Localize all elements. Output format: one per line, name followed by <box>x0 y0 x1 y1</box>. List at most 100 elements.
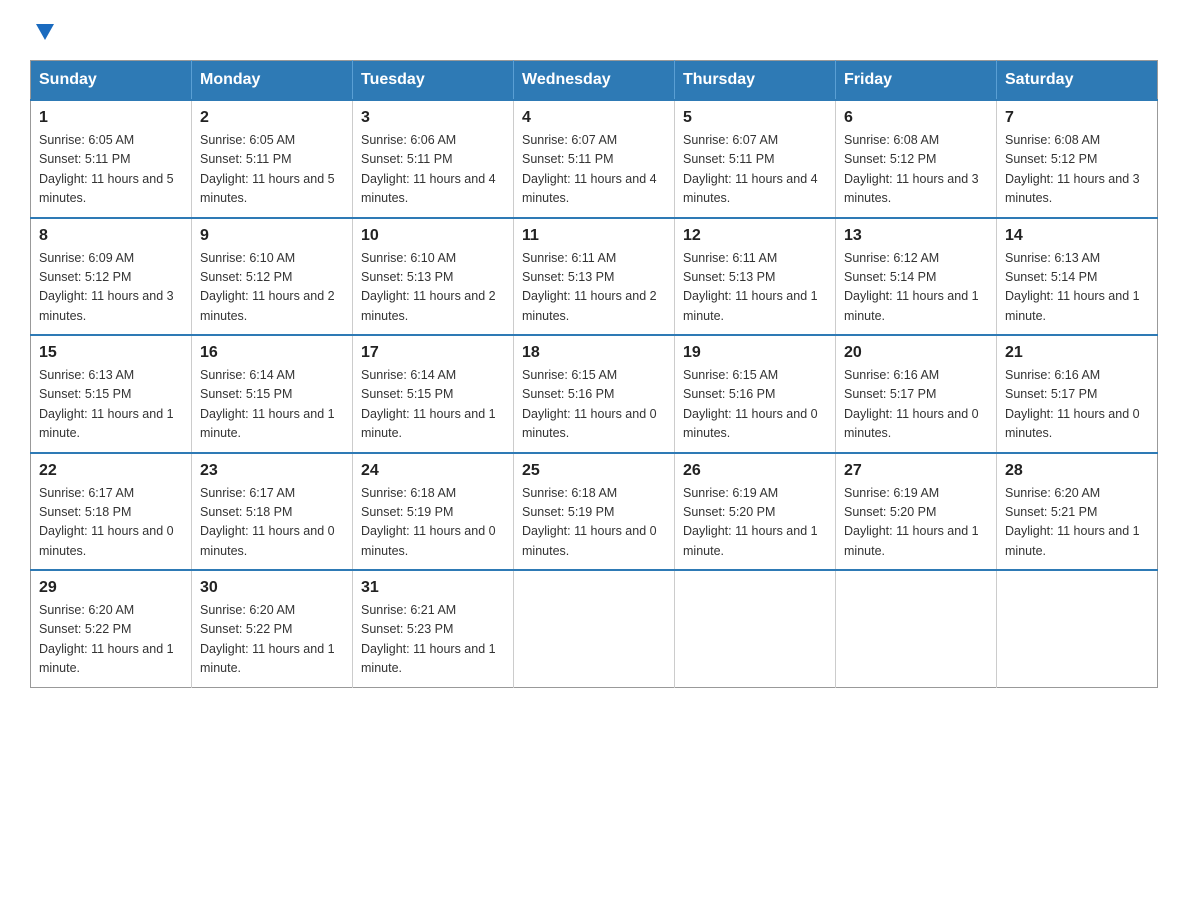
calendar-cell: 25 Sunrise: 6:18 AMSunset: 5:19 PMDayligh… <box>514 453 675 571</box>
calendar-cell: 31 Sunrise: 6:21 AMSunset: 5:23 PMDayligh… <box>353 570 514 687</box>
calendar-cell: 11Sunrise: 6:11 AMSunset: 5:13 PMDayligh… <box>514 218 675 336</box>
calendar-header: SundayMondayTuesdayWednesdayThursdayFrid… <box>31 61 1158 101</box>
day-number: 15 <box>39 344 183 362</box>
calendar-week-row: 22 Sunrise: 6:17 AMSunset: 5:18 PMDayligh… <box>31 453 1158 571</box>
calendar-body: 1 Sunrise: 6:05 AMSunset: 5:11 PMDaylight… <box>31 100 1158 687</box>
day-number: 23 <box>200 462 344 480</box>
calendar-cell <box>997 570 1158 687</box>
day-number: 10 <box>361 227 505 245</box>
calendar-cell: 23 Sunrise: 6:17 AMSunset: 5:18 PMDayligh… <box>192 453 353 571</box>
day-info: Sunrise: 6:18 AMSunset: 5:19 PMDaylight:… <box>522 484 666 562</box>
day-info: Sunrise: 6:11 AMSunset: 5:13 PMDaylight:… <box>683 249 827 327</box>
day-number: 20 <box>844 344 988 362</box>
day-info: Sunrise: 6:14 AMSunset: 5:15 PMDaylight:… <box>200 366 344 444</box>
day-number: 1 <box>39 109 183 127</box>
calendar-cell: 3 Sunrise: 6:06 AMSunset: 5:11 PMDaylight… <box>353 100 514 218</box>
day-number: 18 <box>522 344 666 362</box>
day-info: Sunrise: 6:20 AMSunset: 5:22 PMDaylight:… <box>200 601 344 679</box>
day-info: Sunrise: 6:16 AMSunset: 5:17 PMDaylight:… <box>1005 366 1149 444</box>
day-number: 28 <box>1005 462 1149 480</box>
calendar-cell: 16 Sunrise: 6:14 AMSunset: 5:15 PMDayligh… <box>192 335 353 453</box>
calendar-cell: 21 Sunrise: 6:16 AMSunset: 5:17 PMDayligh… <box>997 335 1158 453</box>
day-info: Sunrise: 6:08 AMSunset: 5:12 PMDaylight:… <box>844 131 988 209</box>
days-of-week-row: SundayMondayTuesdayWednesdayThursdayFrid… <box>31 61 1158 101</box>
calendar-cell: 4Sunrise: 6:07 AMSunset: 5:11 PMDaylight… <box>514 100 675 218</box>
day-info: Sunrise: 6:15 AMSunset: 5:16 PMDaylight:… <box>683 366 827 444</box>
day-number: 7 <box>1005 109 1149 127</box>
day-info: Sunrise: 6:13 AMSunset: 5:15 PMDaylight:… <box>39 366 183 444</box>
calendar-cell: 14 Sunrise: 6:13 AMSunset: 5:14 PMDayligh… <box>997 218 1158 336</box>
day-number: 19 <box>683 344 827 362</box>
logo <box>30 20 56 40</box>
day-info: Sunrise: 6:07 AMSunset: 5:11 PMDaylight:… <box>522 131 666 209</box>
logo-triangle-icon <box>34 20 56 42</box>
day-number: 17 <box>361 344 505 362</box>
calendar-cell: 10 Sunrise: 6:10 AMSunset: 5:13 PMDayligh… <box>353 218 514 336</box>
day-info: Sunrise: 6:12 AMSunset: 5:14 PMDaylight:… <box>844 249 988 327</box>
day-number: 14 <box>1005 227 1149 245</box>
day-info: Sunrise: 6:11 AMSunset: 5:13 PMDaylight:… <box>522 249 666 327</box>
day-info: Sunrise: 6:16 AMSunset: 5:17 PMDaylight:… <box>844 366 988 444</box>
day-number: 31 <box>361 579 505 597</box>
day-info: Sunrise: 6:09 AMSunset: 5:12 PMDaylight:… <box>39 249 183 327</box>
day-info: Sunrise: 6:13 AMSunset: 5:14 PMDaylight:… <box>1005 249 1149 327</box>
calendar-cell: 9Sunrise: 6:10 AMSunset: 5:12 PMDaylight… <box>192 218 353 336</box>
calendar-cell: 22Sunrise: 6:17 AMSunset: 5:18 PMDayligh… <box>31 453 192 571</box>
calendar-week-row: 15 Sunrise: 6:13 AMSunset: 5:15 PMDayligh… <box>31 335 1158 453</box>
day-info: Sunrise: 6:17 AMSunset: 5:18 PMDaylight:… <box>200 484 344 562</box>
calendar-cell: 27 Sunrise: 6:19 AMSunset: 5:20 PMDayligh… <box>836 453 997 571</box>
day-info: Sunrise: 6:20 AMSunset: 5:21 PMDaylight:… <box>1005 484 1149 562</box>
calendar-cell: 12 Sunrise: 6:11 AMSunset: 5:13 PMDayligh… <box>675 218 836 336</box>
calendar-cell <box>675 570 836 687</box>
calendar-cell: 1 Sunrise: 6:05 AMSunset: 5:11 PMDaylight… <box>31 100 192 218</box>
day-info: Sunrise: 6:10 AMSunset: 5:12 PMDaylight:… <box>200 249 344 327</box>
day-info: Sunrise: 6:20 AMSunset: 5:22 PMDaylight:… <box>39 601 183 679</box>
day-info: Sunrise: 6:08 AMSunset: 5:12 PMDaylight:… <box>1005 131 1149 209</box>
calendar-week-row: 29Sunrise: 6:20 AMSunset: 5:22 PMDayligh… <box>31 570 1158 687</box>
day-number: 26 <box>683 462 827 480</box>
day-number: 27 <box>844 462 988 480</box>
day-number: 3 <box>361 109 505 127</box>
calendar-week-row: 1 Sunrise: 6:05 AMSunset: 5:11 PMDaylight… <box>31 100 1158 218</box>
day-info: Sunrise: 6:21 AMSunset: 5:23 PMDaylight:… <box>361 601 505 679</box>
calendar-cell: 29Sunrise: 6:20 AMSunset: 5:22 PMDayligh… <box>31 570 192 687</box>
calendar-week-row: 8 Sunrise: 6:09 AMSunset: 5:12 PMDaylight… <box>31 218 1158 336</box>
calendar-cell: 17 Sunrise: 6:14 AMSunset: 5:15 PMDayligh… <box>353 335 514 453</box>
day-number: 8 <box>39 227 183 245</box>
calendar-table: SundayMondayTuesdayWednesdayThursdayFrid… <box>30 60 1158 688</box>
day-number: 24 <box>361 462 505 480</box>
day-info: Sunrise: 6:05 AMSunset: 5:11 PMDaylight:… <box>39 131 183 209</box>
day-info: Sunrise: 6:07 AMSunset: 5:11 PMDaylight:… <box>683 131 827 209</box>
day-number: 21 <box>1005 344 1149 362</box>
page-header <box>30 20 1158 40</box>
day-info: Sunrise: 6:19 AMSunset: 5:20 PMDaylight:… <box>844 484 988 562</box>
calendar-cell: 13Sunrise: 6:12 AMSunset: 5:14 PMDayligh… <box>836 218 997 336</box>
header-wednesday: Wednesday <box>514 61 675 101</box>
header-tuesday: Tuesday <box>353 61 514 101</box>
calendar-cell: 5 Sunrise: 6:07 AMSunset: 5:11 PMDaylight… <box>675 100 836 218</box>
calendar-cell: 19 Sunrise: 6:15 AMSunset: 5:16 PMDayligh… <box>675 335 836 453</box>
day-info: Sunrise: 6:10 AMSunset: 5:13 PMDaylight:… <box>361 249 505 327</box>
day-number: 2 <box>200 109 344 127</box>
calendar-cell: 7 Sunrise: 6:08 AMSunset: 5:12 PMDaylight… <box>997 100 1158 218</box>
day-info: Sunrise: 6:06 AMSunset: 5:11 PMDaylight:… <box>361 131 505 209</box>
day-number: 12 <box>683 227 827 245</box>
header-monday: Monday <box>192 61 353 101</box>
day-number: 16 <box>200 344 344 362</box>
calendar-cell: 28 Sunrise: 6:20 AMSunset: 5:21 PMDayligh… <box>997 453 1158 571</box>
calendar-cell <box>836 570 997 687</box>
header-saturday: Saturday <box>997 61 1158 101</box>
day-info: Sunrise: 6:15 AMSunset: 5:16 PMDaylight:… <box>522 366 666 444</box>
calendar-cell: 24Sunrise: 6:18 AMSunset: 5:19 PMDayligh… <box>353 453 514 571</box>
day-number: 22 <box>39 462 183 480</box>
header-sunday: Sunday <box>31 61 192 101</box>
day-number: 25 <box>522 462 666 480</box>
day-info: Sunrise: 6:14 AMSunset: 5:15 PMDaylight:… <box>361 366 505 444</box>
day-number: 6 <box>844 109 988 127</box>
calendar-cell: 18 Sunrise: 6:15 AMSunset: 5:16 PMDayligh… <box>514 335 675 453</box>
day-info: Sunrise: 6:05 AMSunset: 5:11 PMDaylight:… <box>200 131 344 209</box>
calendar-cell: 8 Sunrise: 6:09 AMSunset: 5:12 PMDaylight… <box>31 218 192 336</box>
day-number: 5 <box>683 109 827 127</box>
calendar-cell: 30Sunrise: 6:20 AMSunset: 5:22 PMDayligh… <box>192 570 353 687</box>
header-thursday: Thursday <box>675 61 836 101</box>
